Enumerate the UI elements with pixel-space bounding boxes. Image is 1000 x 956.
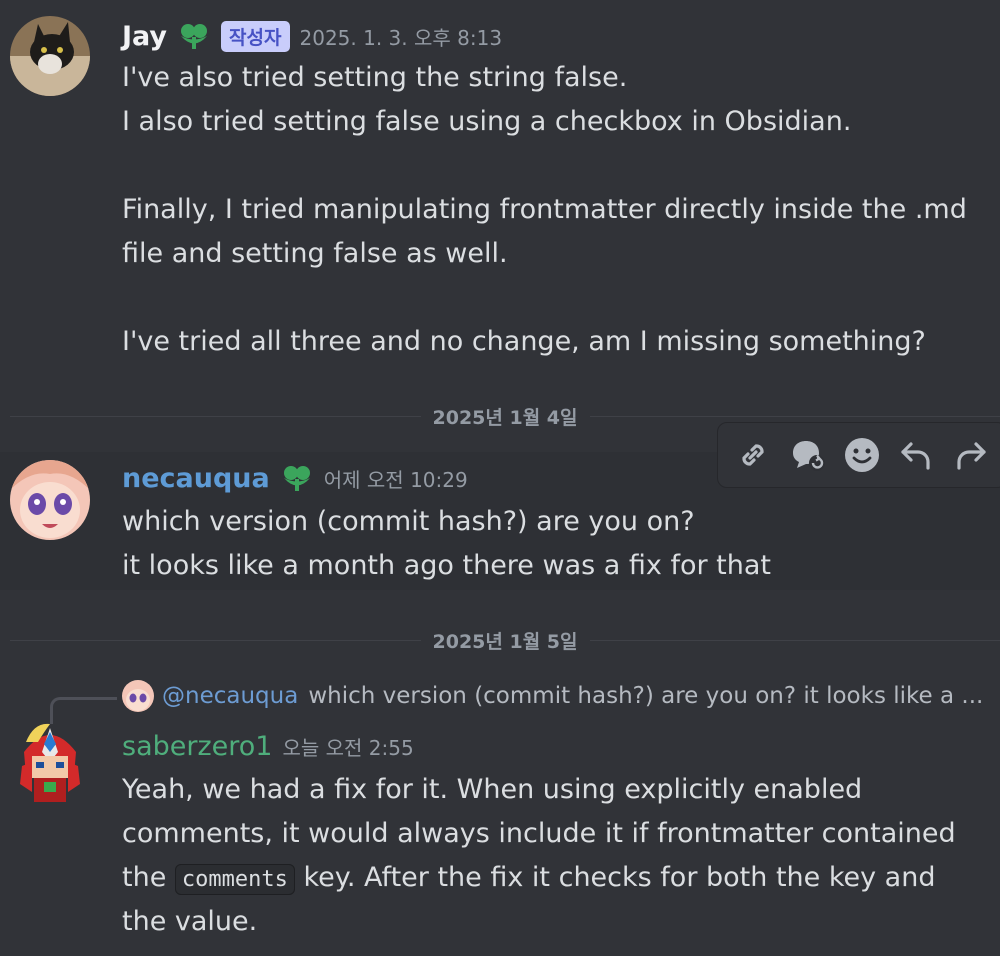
message-line: Finally, I tried manipulating frontmatte… bbox=[122, 194, 967, 225]
divider-rule bbox=[589, 415, 1000, 417]
timestamp[interactable]: 2025. 1. 3. 오후 8:13 bbox=[300, 22, 503, 51]
avatar-necauqua[interactable] bbox=[10, 460, 90, 540]
message-line: the comments key. After the fix it check… bbox=[122, 856, 956, 900]
message-saberzero1: saberzero1 오늘 오전 2:55 Yeah, we had a fix… bbox=[0, 720, 1000, 956]
message-line: which version (commit hash?) are you on? bbox=[122, 506, 695, 537]
message-line: it looks like a month ago there was a fi… bbox=[122, 550, 772, 581]
reply-avatar[interactable] bbox=[122, 680, 154, 712]
message-content: Yeah, we had a fix for it. When using ex… bbox=[122, 768, 956, 944]
message-jay: Jay 작성자 2025. 1. 3. 오후 8:13 I've also tr… bbox=[0, 0, 1000, 380]
text-segment: key. After the fix it checks for both th… bbox=[303, 862, 936, 893]
divider-rule bbox=[10, 639, 421, 641]
username[interactable]: Jay bbox=[122, 21, 167, 52]
author-role-tag: 작성자 bbox=[221, 20, 290, 52]
link-icon[interactable] bbox=[730, 432, 776, 478]
divider-rule bbox=[10, 415, 421, 417]
message-line: I also tried setting false using a check… bbox=[122, 106, 852, 137]
forward-icon[interactable] bbox=[948, 432, 994, 478]
message-line: file and setting false as well. bbox=[122, 238, 508, 269]
clover-badge-icon[interactable] bbox=[280, 463, 314, 493]
date-divider: 2025년 1월 5일 bbox=[10, 620, 1000, 660]
reply-preview[interactable]: @necauqua which version (commit hash?) a… bbox=[122, 680, 983, 712]
text-segment: the bbox=[122, 862, 167, 893]
message-line: the value. bbox=[122, 906, 258, 937]
avatar-saberzero1[interactable] bbox=[14, 722, 86, 808]
username[interactable]: necauqua bbox=[122, 463, 270, 494]
reply-mention[interactable]: @necauqua bbox=[162, 683, 298, 709]
divider-rule bbox=[589, 639, 1000, 641]
reply-snippet[interactable]: which version (commit hash?) are you on?… bbox=[308, 683, 983, 709]
timestamp[interactable]: 어제 오전 10:29 bbox=[324, 464, 468, 493]
emoji-icon[interactable] bbox=[839, 432, 885, 478]
clover-badge-icon[interactable] bbox=[177, 21, 211, 51]
message-line: I've tried all three and no change, am I… bbox=[122, 326, 926, 357]
avatar-jay[interactable] bbox=[10, 16, 90, 96]
timestamp[interactable]: 오늘 오전 2:55 bbox=[282, 732, 413, 761]
date-divider-label: 2025년 1월 4일 bbox=[432, 406, 578, 429]
message-line: I've also tried setting the string false… bbox=[122, 62, 628, 93]
message-actions-toolbar bbox=[717, 422, 1000, 488]
thread-icon[interactable] bbox=[785, 432, 831, 478]
reply-icon[interactable] bbox=[893, 432, 939, 478]
inline-code: comments bbox=[174, 864, 295, 895]
message-content: I've also tried setting the string false… bbox=[122, 56, 967, 364]
date-divider-label: 2025년 1월 5일 bbox=[432, 630, 578, 653]
message-content: which version (commit hash?) are you on?… bbox=[122, 500, 771, 588]
message-line: comments, it would always include it if … bbox=[122, 818, 956, 849]
username[interactable]: saberzero1 bbox=[122, 731, 272, 762]
message-line: Yeah, we had a fix for it. When using ex… bbox=[122, 774, 863, 805]
